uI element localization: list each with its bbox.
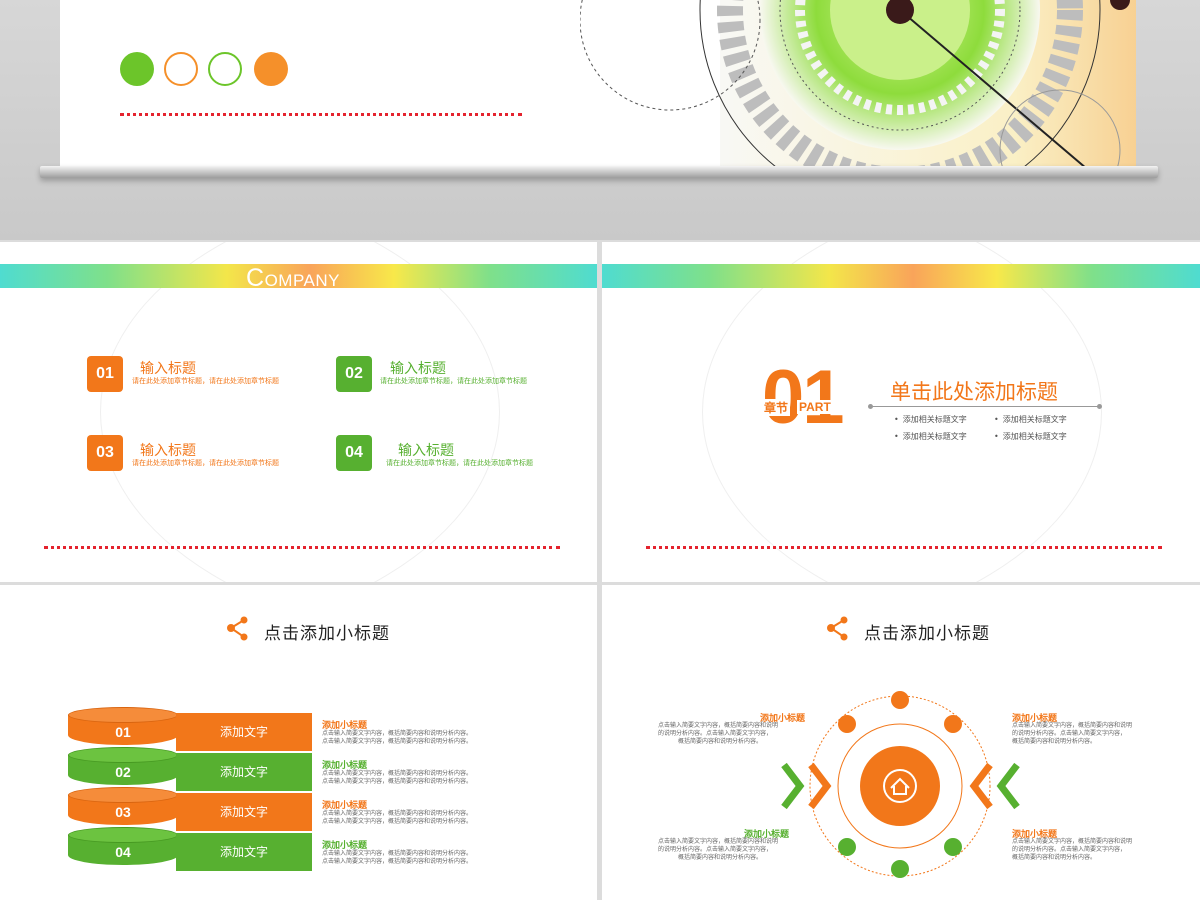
cylinder-layer: 03 — [68, 787, 178, 827]
layer-bar[interactable]: 添加文字 — [176, 793, 312, 831]
item-title[interactable]: 输入标题 — [140, 358, 196, 378]
block-desc: 的说明分析内容。点击输入简要文字内容， — [658, 846, 773, 853]
item-number-badge: 02 — [336, 356, 372, 392]
layer-desc: 点击输入简要文字内容，概括简要内容和说明分析内容。 — [322, 818, 473, 825]
bg-arc — [100, 242, 597, 582]
item-desc: 请在此处添加章节标题，请在此处添加章节标题 — [386, 459, 533, 467]
company-title: COMPANY — [246, 264, 340, 292]
share-icon — [827, 616, 848, 641]
layer-bar[interactable]: 添加文字 — [176, 713, 312, 751]
item-desc: 请在此处添加章节标题，请在此处添加章节标题 — [132, 459, 279, 467]
section-title[interactable]: 单击此处添加标题 — [890, 376, 1058, 406]
block-desc: 概括简要内容和说明分析内容。 — [1012, 738, 1097, 745]
layer-bar[interactable]: 添加文字 — [176, 753, 312, 791]
red-dotted-line — [120, 113, 522, 116]
share-icon — [227, 616, 248, 641]
cylinder-layer: 01 — [68, 707, 178, 747]
block-desc: 的说明分析内容。点击输入简要文字内容， — [658, 730, 773, 737]
layer-number: 02 — [115, 764, 131, 780]
item-number-badge: 03 — [87, 435, 123, 471]
section-bullet: 添加相关标题文字 — [994, 414, 1067, 425]
layer-desc: 点击输入简要文字内容，概括简要内容和说明分析内容。 — [322, 730, 473, 737]
orange-ring — [164, 52, 198, 86]
gear-dial-art — [580, 0, 1136, 166]
section-label-cn: 章节 — [762, 399, 791, 416]
item-number-badge: 04 — [336, 435, 372, 471]
slide-stack-list[interactable]: 点击添加小标题 01 添加文字 添加小标题 点击输入简要文字内容，概括简要内容和… — [0, 585, 597, 900]
block-desc: 点击输入简要文字内容，概括简要内容和说明 — [1012, 838, 1133, 845]
layer-desc: 点击输入简要文字内容，概括简要内容和说明分析内容。 — [322, 778, 473, 785]
circle-diagram — [781, 691, 1020, 878]
cylinder-layer: 04 — [68, 827, 178, 867]
slide-shelf — [40, 166, 1158, 178]
layer-desc: 点击输入简要文字内容，概括简要内容和说明分析内容。 — [322, 738, 473, 745]
orange-dot — [254, 52, 288, 86]
item-title[interactable]: 输入标题 — [390, 358, 446, 378]
block-desc: 概括简要内容和说明分析内容。 — [678, 854, 763, 861]
hero-slide[interactable] — [60, 0, 1136, 166]
item-title[interactable]: 输入标题 — [140, 440, 196, 460]
section-divider — [868, 404, 1102, 409]
slide-contents[interactable]: COMPANY 01 输入标题 请在此处添加章节标题，请在此处添加章节标题 02… — [0, 242, 597, 582]
green-ring — [208, 52, 242, 86]
layer-desc: 点击输入简要文字内容，概括简要内容和说明分析内容。 — [322, 850, 473, 857]
subtitle[interactable]: 点击添加小标题 — [864, 619, 990, 644]
slide-section[interactable]: 01 章节 PART 单击此处添加标题 添加相关标题文字 添加相关标题文字 添加… — [602, 242, 1200, 582]
layer-number: 04 — [115, 844, 131, 860]
layer-bar[interactable]: 添加文字 — [176, 833, 312, 871]
section-bullet: 添加相关标题文字 — [894, 431, 967, 442]
section-bullet: 添加相关标题文字 — [994, 431, 1067, 442]
item-title[interactable]: 输入标题 — [398, 440, 454, 460]
item-number-badge: 01 — [87, 356, 123, 392]
block-desc: 概括简要内容和说明分析内容。 — [678, 738, 763, 745]
block-desc: 概括简要内容和说明分析内容。 — [1012, 854, 1097, 861]
section-label-en: PART — [797, 400, 833, 414]
section-bullet: 添加相关标题文字 — [894, 414, 967, 425]
block-desc: 点击输入简要文字内容，概括简要内容和说明 — [658, 722, 779, 729]
slide-circle-diagram[interactable]: 点击添加小标题 添加小标题 点击输入简要文字内容，概括简要内容和说明 的说明分析… — [602, 585, 1200, 900]
block-desc: 点击输入简要文字内容，概括简要内容和说明 — [1012, 722, 1133, 729]
block-desc: 点击输入简要文字内容，概括简要内容和说明 — [658, 838, 779, 845]
layer-desc: 点击输入简要文字内容，概括简要内容和说明分析内容。 — [322, 770, 473, 777]
layer-number: 03 — [115, 804, 131, 820]
section-number: 01 — [762, 355, 845, 440]
block-desc: 的说明分析内容。点击输入简要文字内容， — [1012, 846, 1127, 853]
red-dotted-line — [646, 546, 1162, 549]
item-desc: 请在此处添加章节标题，请在此处添加章节标题 — [380, 377, 527, 385]
rainbow-band — [602, 264, 1200, 288]
item-desc: 请在此处添加章节标题，请在此处添加章节标题 — [132, 377, 279, 385]
layer-desc: 点击输入简要文字内容，概括简要内容和说明分析内容。 — [322, 858, 473, 865]
cylinder-layer: 02 — [68, 747, 178, 787]
red-dotted-line — [44, 546, 560, 549]
layer-desc: 点击输入简要文字内容，概括简要内容和说明分析内容。 — [322, 810, 473, 817]
subtitle[interactable]: 点击添加小标题 — [264, 619, 390, 644]
block-desc: 的说明分析内容。点击输入简要文字内容， — [1012, 730, 1127, 737]
green-dot — [120, 52, 154, 86]
layer-number: 01 — [115, 724, 131, 740]
